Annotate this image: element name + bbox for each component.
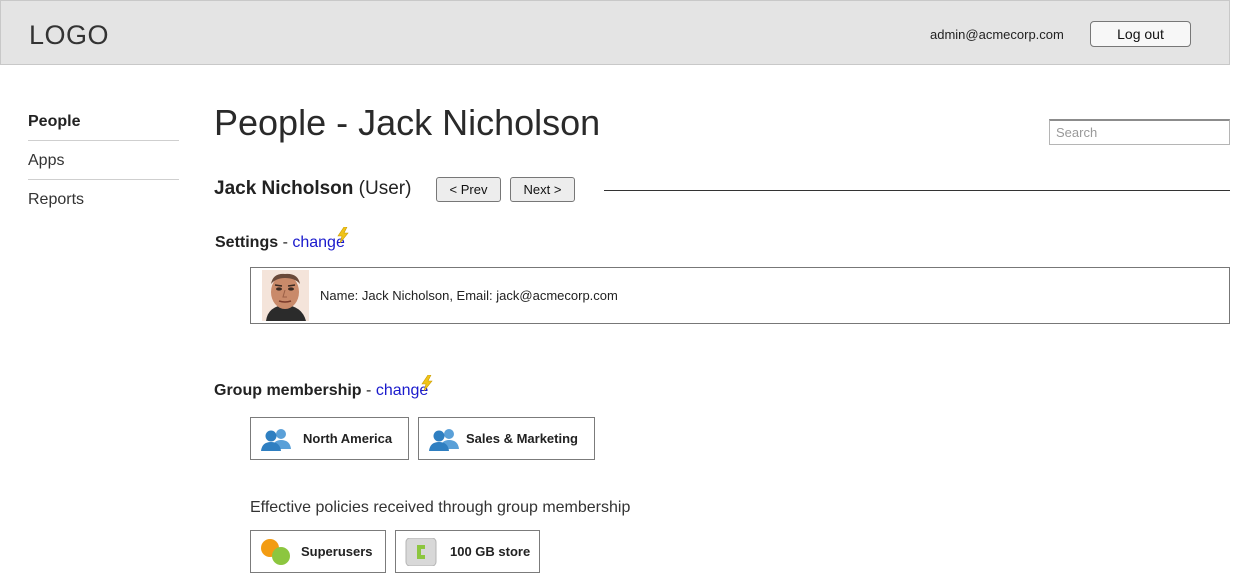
group-label: North America bbox=[303, 431, 393, 446]
policy-chip-100gb-store[interactable]: 100 GB store bbox=[395, 530, 540, 573]
search-input[interactable] bbox=[1049, 119, 1230, 145]
policy-chip-superusers[interactable]: Superusers bbox=[250, 530, 386, 573]
group-icon bbox=[429, 429, 459, 451]
user-name: Jack Nicholson bbox=[214, 178, 354, 199]
groups-heading: Group membership - change bbox=[214, 382, 428, 400]
user-avatar bbox=[262, 270, 309, 321]
admin-email: admin@acmecorp.com bbox=[930, 27, 1064, 42]
settings-title: Settings bbox=[215, 234, 279, 251]
top-header: LOGO admin@acmecorp.com Log out bbox=[0, 0, 1230, 65]
policies-caption: Effective policies received through grou… bbox=[250, 499, 631, 516]
user-role: (User) bbox=[358, 178, 412, 199]
settings-card: Name: Jack Nicholson, Email: jack@acmeco… bbox=[250, 267, 1230, 324]
logout-button[interactable]: Log out bbox=[1090, 21, 1191, 47]
sidebar-item-reports[interactable]: Reports bbox=[28, 180, 179, 219]
logo: LOGO bbox=[29, 20, 110, 50]
policy-label: 100 GB store bbox=[450, 544, 531, 559]
page-title: People - Jack Nicholson bbox=[214, 102, 601, 143]
group-chip-sales-marketing[interactable]: Sales & Marketing bbox=[418, 417, 595, 460]
next-button[interactable]: Next > bbox=[510, 177, 575, 202]
settings-heading: Settings - change bbox=[215, 234, 345, 252]
groups-title: Group membership bbox=[214, 382, 362, 399]
group-label: Sales & Marketing bbox=[466, 431, 578, 446]
groups-separator: - bbox=[366, 382, 372, 399]
join-me-icon bbox=[261, 539, 290, 565]
user-details: Name: Jack Nicholson, Email: jack@acmeco… bbox=[320, 288, 618, 303]
prev-button[interactable]: < Prev bbox=[436, 177, 501, 202]
group-icon bbox=[261, 429, 291, 451]
divider bbox=[604, 190, 1230, 191]
settings-separator: - bbox=[282, 234, 288, 251]
user-heading: Jack Nicholson (User) bbox=[214, 178, 411, 200]
group-chip-north-america[interactable]: North America bbox=[250, 417, 409, 460]
sidebar-nav: People Apps Reports bbox=[28, 102, 179, 219]
lightning-icon bbox=[421, 375, 433, 391]
sidebar-item-apps[interactable]: Apps bbox=[28, 141, 179, 180]
lightning-icon bbox=[337, 227, 349, 243]
policy-label: Superusers bbox=[301, 544, 373, 559]
sidebar-item-people[interactable]: People bbox=[28, 102, 179, 141]
storage-icon bbox=[405, 538, 437, 566]
